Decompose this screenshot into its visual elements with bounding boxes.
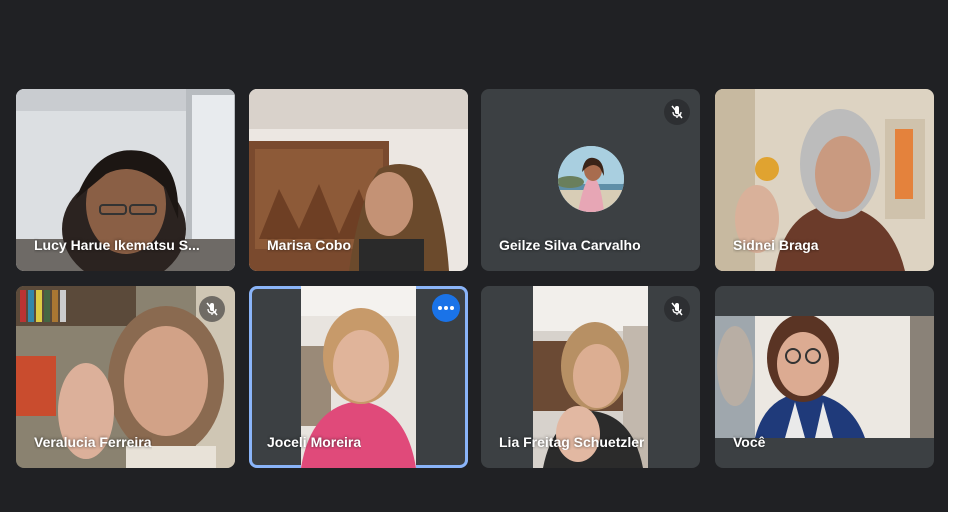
mic-off-icon (664, 99, 690, 125)
participant-tile-sidnei[interactable]: Sidnei Braga (715, 89, 934, 271)
participant-name: Lia Freitag Schuetzler (499, 434, 645, 450)
participant-tile-geilze[interactable]: Geilze Silva Carvalho (481, 89, 700, 271)
participant-tile-lia[interactable]: Lia Freitag Schuetzler (481, 286, 700, 468)
avatar (558, 146, 624, 212)
video-feed (715, 316, 934, 438)
mic-off-icon (664, 296, 690, 322)
participant-tile-lucy[interactable]: Lucy Harue Ikematsu S... (16, 89, 235, 271)
participant-tile-joceli[interactable]: Joceli Moreira (249, 286, 468, 468)
window-edge (948, 0, 958, 512)
mic-off-icon (199, 296, 225, 322)
participant-name: Lucy Harue Ikematsu S... (34, 237, 200, 253)
participant-tile-marisa[interactable]: Marisa Cobo (249, 89, 468, 271)
more-options-icon[interactable] (432, 294, 460, 322)
participant-tile-self[interactable]: Você (715, 286, 934, 468)
participant-name: Marisa Cobo (267, 237, 352, 253)
participant-name: Joceli Moreira (267, 434, 362, 450)
participant-name: Veralucia Ferreira (34, 434, 152, 450)
participant-tile-veralucia[interactable]: Veralucia Ferreira (16, 286, 235, 468)
participant-name: Geilze Silva Carvalho (499, 237, 641, 253)
participant-name: Você (733, 434, 766, 450)
participant-name: Sidnei Braga (733, 237, 819, 253)
